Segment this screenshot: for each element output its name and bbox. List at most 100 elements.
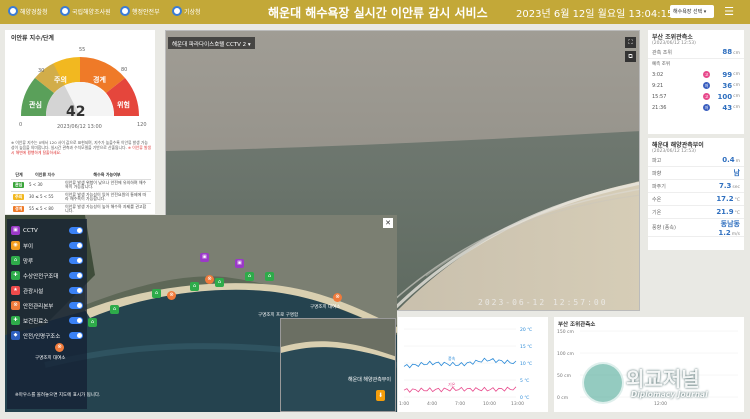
level-badge: 경계 bbox=[13, 205, 25, 213]
tide-panel: 부산 조위관측소 (2023/06/12 12:53) 관측 조위 88cm 예… bbox=[648, 30, 744, 134]
gauge-tick-30: 30 bbox=[38, 68, 45, 74]
camera-select[interactable]: 해운대 파라다이스호텔 CCTV 2 ▾ bbox=[168, 37, 255, 49]
gauge-tick-80: 80 bbox=[121, 67, 128, 73]
map-marker-cctv[interactable]: ▣ bbox=[235, 259, 244, 268]
list-item: 풍향 (풍속) 동남동 1.2m/s bbox=[648, 219, 744, 237]
level-table-header: 단계 이안류 지수 해수욕 가능여부 bbox=[11, 171, 151, 180]
page-title: 해운대 해수욕장 실시간 이안류 감시 서비스 bbox=[268, 6, 488, 20]
legend-item-tower[interactable]: ⌂ 망루 bbox=[11, 255, 87, 266]
map-marker-hq[interactable]: ⊗ bbox=[55, 343, 64, 352]
weather-chart: 20 ℃ 15 ℃ 10 ℃ 5 ℃ 0 ℃ 1:00 4:00 7:00 10:00 13:00… bbox=[398, 317, 548, 412]
gauge-tick-55: 55 bbox=[79, 47, 86, 53]
chart-title: 부산 조위관측소 bbox=[558, 322, 596, 328]
toggle-switch[interactable] bbox=[69, 332, 83, 339]
map-label: 구명조끼 프로 구명함 bbox=[258, 313, 299, 318]
logo-coast-guard: 해양경찰청 bbox=[8, 6, 48, 16]
menu-icon[interactable]: ☰ bbox=[722, 5, 736, 18]
toggle-switch[interactable] bbox=[69, 302, 83, 309]
map-legend: ▣ CCTV ◉ 부이 ⌂ 망루 ✚ 수상안전구조대 ★ 관광시설 ⊗ 안전관리… bbox=[7, 219, 87, 409]
globe-logo-icon bbox=[582, 362, 624, 404]
series-label: 기온 bbox=[448, 381, 456, 387]
buoy-title: 해운대 해양관측부이 bbox=[652, 142, 704, 149]
legend-item-buoy[interactable]: ◉ 부이 bbox=[11, 240, 87, 251]
toggle-switch[interactable] bbox=[69, 257, 83, 264]
high-tide-badge: 고 bbox=[703, 93, 711, 100]
map-marker-tower[interactable]: ⌂ bbox=[110, 305, 119, 314]
y-tick-label: 0 cm bbox=[557, 395, 568, 401]
gauge-tick-0: 0 bbox=[19, 122, 23, 128]
toggle-switch[interactable] bbox=[69, 317, 83, 324]
map-marker-tower[interactable]: ⌂ bbox=[265, 272, 274, 281]
logo-hydrographic: 국립해양조사원 bbox=[60, 6, 111, 16]
map-marker-tower[interactable]: ⌂ bbox=[190, 282, 199, 291]
y-tick-label: 5 ℃ bbox=[520, 378, 529, 384]
list-item: 수온 17.2°C bbox=[648, 193, 744, 206]
snapshot-icon[interactable]: ⧉ bbox=[625, 51, 636, 62]
gauge-label-alert: 경계 bbox=[93, 76, 106, 84]
rip-index-panel: 이안류 지수/단계 30 55 80 120 0 관심 주의 경계 위험 42 … bbox=[5, 30, 155, 228]
low-tide-badge: 저 bbox=[703, 82, 711, 89]
emblem-icon bbox=[172, 6, 182, 16]
buoy-pin-icon[interactable]: ⬇ bbox=[376, 390, 385, 401]
y-tick-label: 15 ℃ bbox=[520, 344, 532, 350]
list-item: 기온 21.9°C bbox=[648, 206, 744, 219]
legend-item-cctv[interactable]: ▣ CCTV bbox=[11, 225, 87, 236]
tower-icon: ⌂ bbox=[11, 256, 20, 265]
list-item: 파고 0.4m bbox=[648, 154, 744, 167]
tourism-icon: ★ bbox=[11, 286, 20, 295]
close-icon[interactable]: ✕ bbox=[383, 218, 393, 228]
legend-item-tourism[interactable]: ★ 관광시설 bbox=[11, 285, 87, 296]
list-item: 3:02 고 99 cm bbox=[652, 70, 740, 79]
x-tick-label: 10:00 bbox=[483, 401, 496, 407]
map-marker-tower[interactable]: ⌂ bbox=[88, 318, 97, 327]
tide-forecast-label: 예측 조위 bbox=[652, 62, 670, 67]
low-tide-badge: 저 bbox=[703, 104, 711, 111]
tide-title: 부산 조위관측소 bbox=[652, 34, 693, 41]
map-marker-hq[interactable]: ⊗ bbox=[205, 275, 214, 284]
list-item: 9:21 저 36 cm bbox=[652, 81, 740, 90]
toggle-switch[interactable] bbox=[69, 272, 83, 279]
map-marker-tower[interactable]: ⌂ bbox=[152, 289, 161, 298]
x-tick-label: 13:00 bbox=[511, 401, 524, 407]
map-marker-hq[interactable]: ⊗ bbox=[333, 293, 342, 302]
y-tick-label: 50 cm bbox=[557, 373, 571, 379]
legend-item-rescue[interactable]: ✚ 수상안전구조대 bbox=[11, 270, 87, 281]
emblem-icon bbox=[60, 6, 70, 16]
list-item: 15:57 고 100 cm bbox=[652, 92, 740, 101]
map-marker-tower[interactable]: ⌂ bbox=[245, 272, 254, 281]
map-marker-cctv[interactable]: ▣ bbox=[200, 253, 209, 262]
gauge-label-danger: 위험 bbox=[117, 101, 130, 109]
toggle-switch[interactable] bbox=[69, 242, 83, 249]
rip-index-time: 2023/06/12 13:00 bbox=[57, 124, 102, 130]
gauge-tick-120: 120 bbox=[137, 122, 147, 128]
weather-chart-svg: 20 ℃ 15 ℃ 10 ℃ 5 ℃ 0 ℃ 1:00 4:00 7:00 10:00 13:00… bbox=[399, 327, 532, 407]
inset-label: 해운대 해양관측부이 bbox=[348, 377, 391, 383]
emblem-icon bbox=[120, 6, 130, 16]
beach-select[interactable]: 해수욕장 선택 ▾ bbox=[670, 5, 714, 18]
toggle-switch[interactable] bbox=[69, 227, 83, 234]
cctv-icon: ▣ bbox=[11, 226, 20, 235]
y-tick-label: 150 cm bbox=[557, 329, 574, 335]
map-marker-hq[interactable]: ⊗ bbox=[167, 291, 176, 300]
map-label: 구명조끼 대여소 bbox=[35, 356, 66, 361]
list-item: 파향 남 bbox=[648, 167, 744, 180]
x-tick-label: 4:00 bbox=[427, 401, 437, 407]
header-bar: 해양경찰청 국립해양조사원 행정안전부 기상청 해운대 해수욕장 실시간 이안류… bbox=[0, 0, 750, 24]
legend-item-hq[interactable]: ⊗ 안전관리본부 bbox=[11, 300, 87, 311]
toggle-switch[interactable] bbox=[69, 287, 83, 294]
y-tick-label: 100 cm bbox=[557, 351, 574, 357]
current-datetime: 2023년 6월 12일 월요일 13:04:15 bbox=[516, 9, 674, 20]
table-row: 주의 30 ≤ 5 < 55 이안류 발생 가능성이 있어 안전요원의 통제에 … bbox=[11, 191, 151, 204]
fullscreen-icon[interactable]: ⛶ bbox=[625, 37, 636, 48]
map-label: 구명조끼 대여소 bbox=[310, 305, 341, 310]
watermark: 외교저널 Diplomacy Journal bbox=[582, 362, 742, 406]
x-tick-label: 1:00 bbox=[399, 401, 409, 407]
legend-item-lifesaving[interactable]: ◆ 안전/인명구조소 bbox=[11, 330, 87, 341]
legend-item-clinic[interactable]: ✚ 보건진료소 bbox=[11, 315, 87, 326]
logo-kma: 기상청 bbox=[172, 6, 201, 16]
buoy-icon: ◉ bbox=[11, 241, 20, 250]
table-row: 관심 5 < 30 이안류 발생 위험이 낮으나 안전에 유의하며 해수욕이 가… bbox=[11, 179, 151, 192]
y-tick-label: 10 ℃ bbox=[520, 361, 532, 367]
map-marker-tower[interactable]: ⌂ bbox=[215, 278, 224, 287]
rescue-icon: ✚ bbox=[11, 271, 20, 280]
